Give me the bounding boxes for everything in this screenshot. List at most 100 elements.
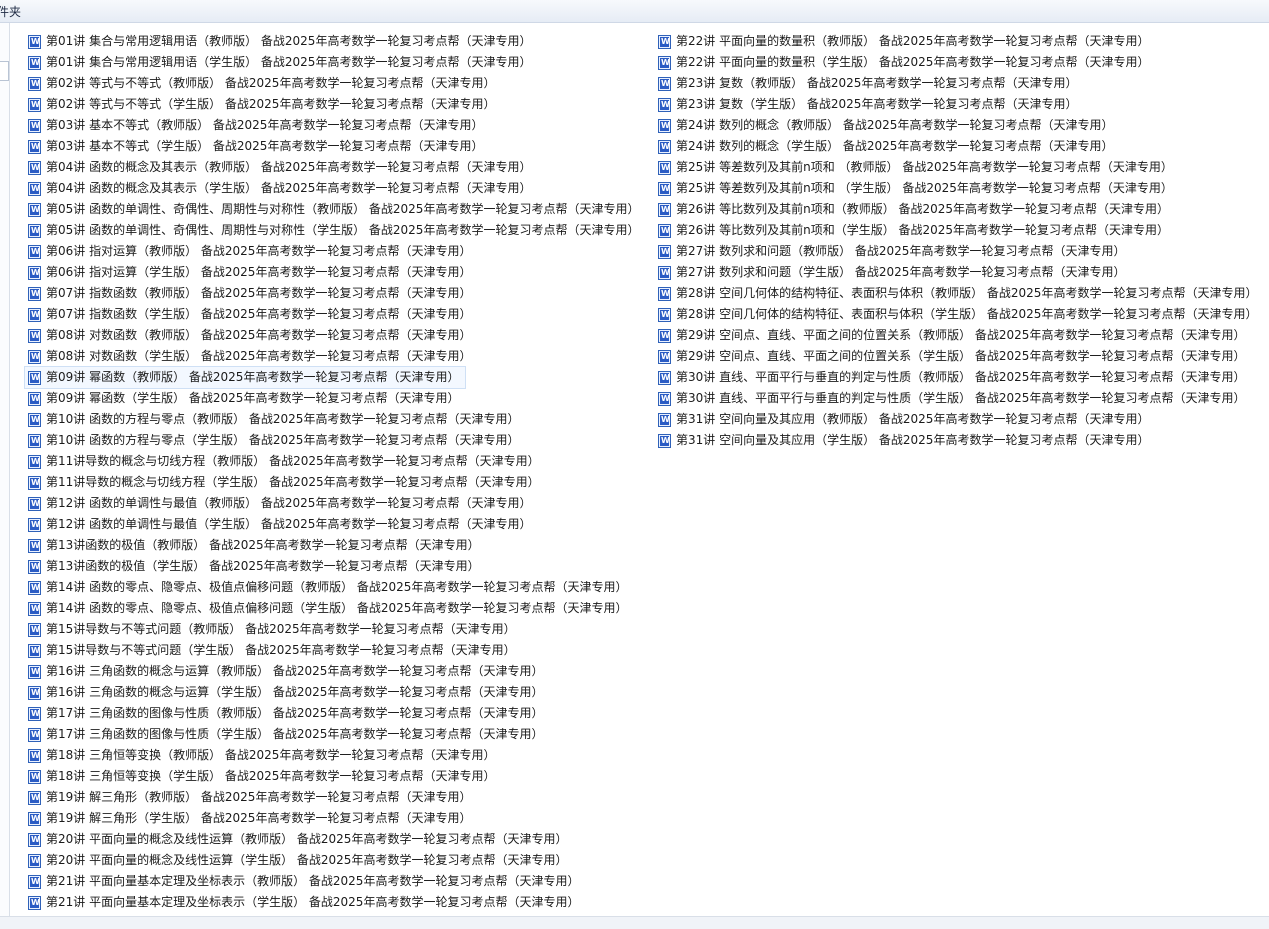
word-document-icon <box>28 622 41 637</box>
file-list-column-right: 第22讲 平面向量的数量积（教师版） 备战2025年高考数学一轮复习考点帮（天津… <box>655 31 1263 451</box>
file-item[interactable]: 第08讲 对数函数（学生版） 备战2025年高考数学一轮复习考点帮（天津专用） <box>25 346 645 367</box>
file-item[interactable]: 第12讲 函数的单调性与最值（教师版） 备战2025年高考数学一轮复习考点帮（天… <box>25 493 645 514</box>
file-item[interactable]: 第28讲 空间几何体的结构特征、表面积与体积（教师版） 备战2025年高考数学一… <box>655 283 1263 304</box>
file-item[interactable]: 第19讲 解三角形（教师版） 备战2025年高考数学一轮复习考点帮（天津专用） <box>25 787 645 808</box>
file-item[interactable]: 第14讲 函数的零点、隐零点、极值点偏移问题（教师版） 备战2025年高考数学一… <box>25 577 645 598</box>
file-item[interactable]: 第16讲 三角函数的概念与运算（学生版） 备战2025年高考数学一轮复习考点帮（… <box>25 682 645 703</box>
word-document-icon <box>658 244 671 259</box>
file-item[interactable]: 第24讲 数列的概念（教师版） 备战2025年高考数学一轮复习考点帮（天津专用） <box>655 115 1263 136</box>
file-name: 第16讲 三角函数的概念与运算（学生版） 备战2025年高考数学一轮复习考点帮（… <box>46 685 544 699</box>
file-name: 第12讲 函数的单调性与最值（学生版） 备战2025年高考数学一轮复习考点帮（天… <box>46 517 532 531</box>
file-item[interactable]: 第18讲 三角恒等变换（教师版） 备战2025年高考数学一轮复习考点帮（天津专用… <box>25 745 645 766</box>
word-document-icon <box>28 307 41 322</box>
file-item[interactable]: 第26讲 等比数列及其前n项和（学生版） 备战2025年高考数学一轮复习考点帮（… <box>655 220 1263 241</box>
file-item[interactable]: 第25讲 等差数列及其前n项和 （学生版） 备战2025年高考数学一轮复习考点帮… <box>655 178 1263 199</box>
file-item[interactable]: 第31讲 空间向量及其应用（学生版） 备战2025年高考数学一轮复习考点帮（天津… <box>655 430 1263 451</box>
file-item[interactable]: 第04讲 函数的概念及其表示（教师版） 备战2025年高考数学一轮复习考点帮（天… <box>25 157 645 178</box>
file-item[interactable]: 第21讲 平面向量基本定理及坐标表示（学生版） 备战2025年高考数学一轮复习考… <box>25 892 645 913</box>
file-name: 第15讲导数与不等式问题（教师版） 备战2025年高考数学一轮复习考点帮（天津专… <box>46 622 516 636</box>
file-name: 第31讲 空间向量及其应用（学生版） 备战2025年高考数学一轮复习考点帮（天津… <box>676 433 1150 447</box>
file-item[interactable]: 第11讲导数的概念与切线方程（学生版） 备战2025年高考数学一轮复习考点帮（天… <box>25 472 645 493</box>
file-item[interactable]: 第16讲 三角函数的概念与运算（教师版） 备战2025年高考数学一轮复习考点帮（… <box>25 661 645 682</box>
word-document-icon <box>658 391 671 406</box>
file-item[interactable]: 第13讲函数的极值（学生版） 备战2025年高考数学一轮复习考点帮（天津专用） <box>25 556 645 577</box>
file-item[interactable]: 第23讲 复数（教师版） 备战2025年高考数学一轮复习考点帮（天津专用） <box>655 73 1263 94</box>
file-item[interactable]: 第04讲 函数的概念及其表示（学生版） 备战2025年高考数学一轮复习考点帮（天… <box>25 178 645 199</box>
file-name: 第28讲 空间几何体的结构特征、表面积与体积（学生版） 备战2025年高考数学一… <box>676 307 1258 321</box>
file-item[interactable]: 第17讲 三角函数的图像与性质（教师版） 备战2025年高考数学一轮复习考点帮（… <box>25 703 645 724</box>
file-item[interactable]: 第31讲 空间向量及其应用（教师版） 备战2025年高考数学一轮复习考点帮（天津… <box>655 409 1263 430</box>
file-item[interactable]: 第17讲 三角函数的图像与性质（学生版） 备战2025年高考数学一轮复习考点帮（… <box>25 724 645 745</box>
file-name: 第17讲 三角函数的图像与性质（学生版） 备战2025年高考数学一轮复习考点帮（… <box>46 727 544 741</box>
file-item[interactable]: 第03讲 基本不等式（教师版） 备战2025年高考数学一轮复习考点帮（天津专用） <box>25 115 645 136</box>
file-name: 第22讲 平面向量的数量积（学生版） 备战2025年高考数学一轮复习考点帮（天津… <box>676 55 1150 69</box>
file-item[interactable]: 第29讲 空间点、直线、平面之间的位置关系（教师版） 备战2025年高考数学一轮… <box>655 325 1263 346</box>
navigation-pane-handle[interactable] <box>0 61 9 81</box>
file-name: 第27讲 数列求和问题（学生版） 备战2025年高考数学一轮复习考点帮（天津专用… <box>676 265 1126 279</box>
file-item[interactable]: 第27讲 数列求和问题（教师版） 备战2025年高考数学一轮复习考点帮（天津专用… <box>655 241 1263 262</box>
file-item[interactable]: 第06讲 指对运算（学生版） 备战2025年高考数学一轮复习考点帮（天津专用） <box>25 262 645 283</box>
file-name: 第25讲 等差数列及其前n项和 （学生版） 备战2025年高考数学一轮复习考点帮… <box>676 181 1173 195</box>
file-item[interactable]: 第25讲 等差数列及其前n项和 （教师版） 备战2025年高考数学一轮复习考点帮… <box>655 157 1263 178</box>
word-document-icon <box>28 454 41 469</box>
word-document-icon <box>28 328 41 343</box>
navigation-pane-edge[interactable] <box>0 23 10 916</box>
file-item[interactable]: 第09讲 幂函数（教师版） 备战2025年高考数学一轮复习考点帮（天津专用） <box>23 366 467 389</box>
file-item[interactable]: 第05讲 函数的单调性、奇偶性、周期性与对称性（学生版） 备战2025年高考数学… <box>25 220 645 241</box>
file-item[interactable]: 第14讲 函数的零点、隐零点、极值点偏移问题（学生版） 备战2025年高考数学一… <box>25 598 645 619</box>
file-item[interactable]: 第20讲 平面向量的概念及线性运算（教师版） 备战2025年高考数学一轮复习考点… <box>25 829 645 850</box>
file-item[interactable]: 第07讲 指数函数（学生版） 备战2025年高考数学一轮复习考点帮（天津专用） <box>25 304 645 325</box>
word-document-icon <box>28 97 41 112</box>
word-document-icon <box>28 874 41 889</box>
file-item[interactable]: 第12讲 函数的单调性与最值（学生版） 备战2025年高考数学一轮复习考点帮（天… <box>25 514 645 535</box>
file-name: 第08讲 对数函数（教师版） 备战2025年高考数学一轮复习考点帮（天津专用） <box>46 328 472 342</box>
file-item[interactable]: 第07讲 指数函数（教师版） 备战2025年高考数学一轮复习考点帮（天津专用） <box>25 283 645 304</box>
file-item[interactable]: 第10讲 函数的方程与零点（教师版） 备战2025年高考数学一轮复习考点帮（天津… <box>25 409 645 430</box>
word-document-icon <box>28 223 41 238</box>
file-item[interactable]: 第13讲函数的极值（教师版） 备战2025年高考数学一轮复习考点帮（天津专用） <box>25 535 645 556</box>
file-item[interactable]: 第05讲 函数的单调性、奇偶性、周期性与对称性（教师版） 备战2025年高考数学… <box>25 199 645 220</box>
file-item[interactable]: 第01讲 集合与常用逻辑用语（学生版） 备战2025年高考数学一轮复习考点帮（天… <box>25 52 645 73</box>
file-item[interactable]: 第20讲 平面向量的概念及线性运算（学生版） 备战2025年高考数学一轮复习考点… <box>25 850 645 871</box>
file-name: 第18讲 三角恒等变换（教师版） 备战2025年高考数学一轮复习考点帮（天津专用… <box>46 748 496 762</box>
file-item[interactable]: 第21讲 平面向量基本定理及坐标表示（教师版） 备战2025年高考数学一轮复习考… <box>25 871 645 892</box>
file-item[interactable]: 第10讲 函数的方程与零点（学生版） 备战2025年高考数学一轮复习考点帮（天津… <box>25 430 645 451</box>
file-name: 第21讲 平面向量基本定理及坐标表示（学生版） 备战2025年高考数学一轮复习考… <box>46 895 580 909</box>
file-item[interactable]: 第02讲 等式与不等式（学生版） 备战2025年高考数学一轮复习考点帮（天津专用… <box>25 94 645 115</box>
file-item[interactable]: 第18讲 三角恒等变换（学生版） 备战2025年高考数学一轮复习考点帮（天津专用… <box>25 766 645 787</box>
file-item[interactable]: 第15讲导数与不等式问题（教师版） 备战2025年高考数学一轮复习考点帮（天津专… <box>25 619 645 640</box>
file-name: 第24讲 数列的概念（教师版） 备战2025年高考数学一轮复习考点帮（天津专用） <box>676 118 1114 132</box>
file-item[interactable]: 第30讲 直线、平面平行与垂直的判定与性质（学生版） 备战2025年高考数学一轮… <box>655 388 1263 409</box>
file-name: 第22讲 平面向量的数量积（教师版） 备战2025年高考数学一轮复习考点帮（天津… <box>676 34 1150 48</box>
file-item[interactable]: 第27讲 数列求和问题（学生版） 备战2025年高考数学一轮复习考点帮（天津专用… <box>655 262 1263 283</box>
file-name: 第31讲 空间向量及其应用（教师版） 备战2025年高考数学一轮复习考点帮（天津… <box>676 412 1150 426</box>
file-item[interactable]: 第24讲 数列的概念（学生版） 备战2025年高考数学一轮复习考点帮（天津专用） <box>655 136 1263 157</box>
file-name: 第19讲 解三角形（教师版） 备战2025年高考数学一轮复习考点帮（天津专用） <box>46 790 472 804</box>
file-item[interactable]: 第01讲 集合与常用逻辑用语（教师版） 备战2025年高考数学一轮复习考点帮（天… <box>25 31 645 52</box>
word-document-icon <box>28 559 41 574</box>
word-document-icon <box>28 790 41 805</box>
file-item[interactable]: 第09讲 幂函数（学生版） 备战2025年高考数学一轮复习考点帮（天津专用） <box>25 388 645 409</box>
file-item[interactable]: 第26讲 等比数列及其前n项和（教师版） 备战2025年高考数学一轮复习考点帮（… <box>655 199 1263 220</box>
file-name: 第10讲 函数的方程与零点（学生版） 备战2025年高考数学一轮复习考点帮（天津… <box>46 433 520 447</box>
file-item[interactable]: 第23讲 复数（学生版） 备战2025年高考数学一轮复习考点帮（天津专用） <box>655 94 1263 115</box>
file-item[interactable]: 第08讲 对数函数（教师版） 备战2025年高考数学一轮复习考点帮（天津专用） <box>25 325 645 346</box>
file-item[interactable]: 第28讲 空间几何体的结构特征、表面积与体积（学生版） 备战2025年高考数学一… <box>655 304 1263 325</box>
file-name: 第13讲函数的极值（学生版） 备战2025年高考数学一轮复习考点帮（天津专用） <box>46 559 480 573</box>
file-item[interactable]: 第02讲 等式与不等式（教师版） 备战2025年高考数学一轮复习考点帮（天津专用… <box>25 73 645 94</box>
word-document-icon <box>28 265 41 280</box>
file-item[interactable]: 第19讲 解三角形（学生版） 备战2025年高考数学一轮复习考点帮（天津专用） <box>25 808 645 829</box>
word-document-icon <box>28 412 41 427</box>
file-item[interactable]: 第22讲 平面向量的数量积（教师版） 备战2025年高考数学一轮复习考点帮（天津… <box>655 31 1263 52</box>
file-item[interactable]: 第29讲 空间点、直线、平面之间的位置关系（学生版） 备战2025年高考数学一轮… <box>655 346 1263 367</box>
file-name: 第20讲 平面向量的概念及线性运算（教师版） 备战2025年高考数学一轮复习考点… <box>46 832 568 846</box>
word-document-icon <box>28 832 41 847</box>
file-item[interactable]: 第15讲导数与不等式问题（学生版） 备战2025年高考数学一轮复习考点帮（天津专… <box>25 640 645 661</box>
file-item[interactable]: 第11讲导数的概念与切线方程（教师版） 备战2025年高考数学一轮复习考点帮（天… <box>25 451 645 472</box>
file-item[interactable]: 第22讲 平面向量的数量积（学生版） 备战2025年高考数学一轮复习考点帮（天津… <box>655 52 1263 73</box>
file-item[interactable]: 第06讲 指对运算（教师版） 备战2025年高考数学一轮复习考点帮（天津专用） <box>25 241 645 262</box>
window-title: 件夹 <box>0 5 22 19</box>
file-name: 第02讲 等式与不等式（教师版） 备战2025年高考数学一轮复习考点帮（天津专用… <box>46 76 496 90</box>
file-item[interactable]: 第30讲 直线、平面平行与垂直的判定与性质（教师版） 备战2025年高考数学一轮… <box>655 367 1263 388</box>
file-item[interactable]: 第03讲 基本不等式（学生版） 备战2025年高考数学一轮复习考点帮（天津专用） <box>25 136 645 157</box>
